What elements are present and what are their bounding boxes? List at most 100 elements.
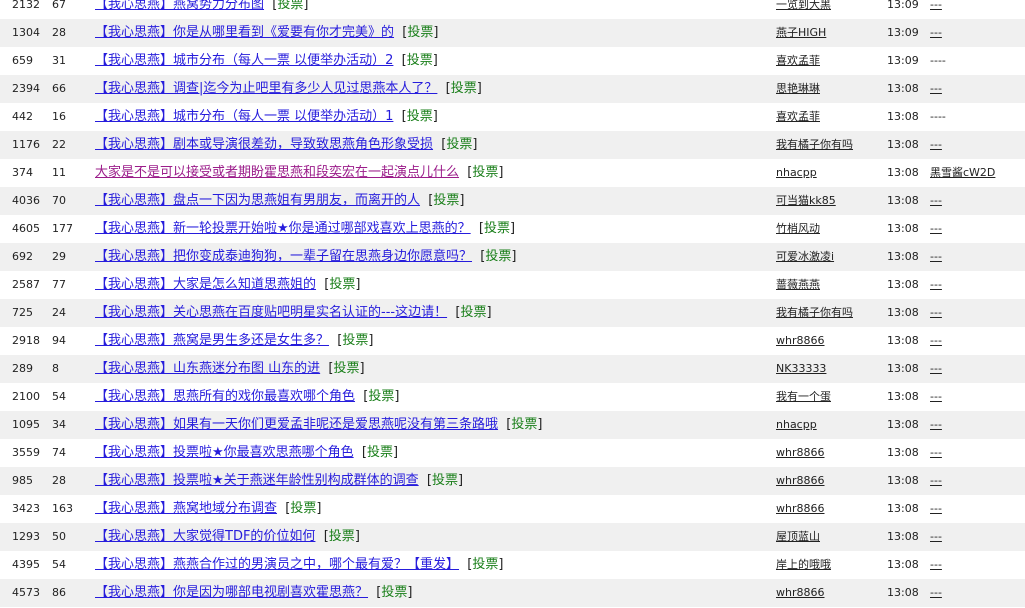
author-link[interactable]: 一览到大黑 [776, 0, 831, 11]
vote-link[interactable]: 投票 [446, 137, 472, 152]
vote-link[interactable]: 投票 [484, 221, 510, 236]
author-link[interactable]: 燕子HIGH [776, 26, 826, 39]
vote-link[interactable]: 投票 [451, 81, 477, 96]
author-link[interactable]: 屋顶蓝山 [776, 530, 820, 543]
author-link[interactable]: 我有一个蛋 [776, 390, 831, 403]
author-link[interactable]: 可爱冰激凌i [776, 250, 834, 263]
author-link[interactable]: 思艳琳琳 [776, 82, 820, 95]
last-reply-link[interactable]: --- [930, 530, 942, 543]
vote-link[interactable]: 投票 [367, 445, 393, 460]
last-reply-link[interactable]: --- [930, 0, 942, 11]
thread-title-link[interactable]: 【我心思燕】投票啦★关于燕迷年龄性别构成群体的调查 [95, 473, 419, 488]
thread-title-link[interactable]: 【我心思燕】燕窝势力分布图 [95, 0, 264, 12]
thread-title-link[interactable]: 【我心思燕】关心思燕在百度贴吧明星实名认证的---这边请！ [95, 305, 447, 320]
thread-title-link[interactable]: 【我心思燕】你是从哪里看到《爱要有你才完美》的 [95, 25, 394, 40]
last-reply-cell: --- [930, 327, 1025, 355]
last-reply-link[interactable]: --- [930, 194, 942, 207]
author-link[interactable]: 喜欢孟菲 [776, 110, 820, 123]
last-reply-link[interactable]: --- [930, 278, 942, 291]
author-link[interactable]: NK33333 [776, 362, 826, 375]
author-link[interactable]: 喜欢孟菲 [776, 54, 820, 67]
vote-link[interactable]: 投票 [433, 193, 459, 208]
reply-count: 16 [52, 110, 66, 123]
thread-title-link[interactable]: 【我心思燕】如果有一天你们更爱孟非呢还是爱思燕呢没有第三条路哦 [95, 417, 498, 432]
vote-link[interactable]: 投票 [342, 333, 368, 348]
last-reply-link[interactable]: --- [930, 474, 942, 487]
author-link[interactable]: nhacpp [776, 166, 817, 179]
thread-title-link[interactable]: 【我心思燕】思燕所有的戏你最喜欢哪个角色 [95, 389, 355, 404]
thread-title-link[interactable]: 【我心思燕】你是因为哪部电视剧喜欢霍思燕？ [95, 585, 368, 600]
author-link[interactable]: whr8866 [776, 586, 825, 599]
vote-link[interactable]: 投票 [485, 249, 511, 264]
vote-link[interactable]: 投票 [407, 53, 433, 68]
last-reply-link[interactable]: --- [930, 306, 942, 319]
vote-link[interactable]: 投票 [368, 389, 394, 404]
author-link[interactable]: nhacpp [776, 418, 817, 431]
author-link[interactable]: 可当猫kk85 [776, 194, 836, 207]
vote-link[interactable]: 投票 [407, 25, 433, 40]
thread-title-link[interactable]: 【我心思燕】新一轮投票开始啦★你是通过哪部戏喜欢上思燕的？ [95, 221, 471, 236]
thread-title-link[interactable]: 【我心思燕】城市分布（每人一票 以便举办活动）2 [95, 53, 393, 68]
thread-title-cell: 大家是不是可以接受或者期盼霍思燕和段奕宏在一起演点儿什么 [投票] [95, 159, 763, 187]
last-reply-link[interactable]: --- [930, 138, 942, 151]
thread-title-link[interactable]: 【我心思燕】投票啦★你最喜欢思燕哪个角色 [95, 445, 354, 460]
last-reply-link[interactable]: --- [930, 390, 942, 403]
vote-link[interactable]: 投票 [472, 165, 498, 180]
vote-link[interactable]: 投票 [290, 501, 316, 516]
author-link[interactable]: 蔷薇燕燕 [776, 278, 820, 291]
thread-title-link[interactable]: 【我心思燕】大家是怎么知道思燕姐的 [95, 277, 316, 292]
last-reply-link[interactable]: --- [930, 446, 942, 459]
last-reply-link[interactable]: 黑雪酱cW2D [930, 166, 995, 179]
vote-link[interactable]: 投票 [381, 585, 407, 600]
last-reply-link[interactable]: --- [930, 26, 942, 39]
vote-link[interactable]: 投票 [277, 0, 303, 12]
last-reply-link[interactable]: --- [930, 586, 942, 599]
vote-link[interactable]: 投票 [460, 305, 486, 320]
thread-title-link[interactable]: 【我心思燕】城市分布（每人一票 以便举办活动）1 [95, 109, 393, 124]
thread-title-link[interactable]: 【我心思燕】调查|迄今为止吧里有多少人见过思燕本人了？ [95, 81, 437, 96]
author-link[interactable]: 竹梢风动 [776, 222, 820, 235]
thread-row: 2394 66 【我心思燕】调查|迄今为止吧里有多少人见过思燕本人了？ [投票]… [0, 75, 1025, 103]
vote-link[interactable]: 投票 [334, 361, 360, 376]
thread-title-link[interactable]: 【我心思燕】大家觉得TDF的价位如何 [95, 529, 315, 544]
last-reply-link[interactable]: --- [930, 502, 942, 515]
author-cell: 燕子HIGH [776, 19, 881, 47]
vote-link[interactable]: 投票 [329, 277, 355, 292]
last-reply-link[interactable]: --- [930, 334, 942, 347]
last-reply-cell: --- [930, 467, 1025, 495]
vote-link[interactable]: 投票 [432, 473, 458, 488]
thread-title-link[interactable]: 【我心思燕】燕窝是男生多还是女生多？ [95, 333, 329, 348]
last-reply-link[interactable]: --- [930, 82, 942, 95]
last-reply-link[interactable]: --- [930, 250, 942, 263]
vote-link[interactable]: 投票 [407, 109, 433, 124]
reply-count: 34 [52, 418, 66, 431]
author-cell: NK33333 [776, 355, 881, 383]
last-reply-link[interactable]: --- [930, 558, 942, 571]
thread-title-link[interactable]: 【我心思燕】盘点一下因为思燕姐有男朋友，而离开的人 [95, 193, 420, 208]
thread-row: 1176 22 【我心思燕】剧本或导演很差劲，导致致思燕角色形象受损 [投票] … [0, 131, 1025, 159]
last-reply-link[interactable]: --- [930, 362, 942, 375]
author-link[interactable]: 我有橘子你有吗 [776, 138, 853, 151]
vote-tag: [投票] [437, 137, 478, 152]
vote-link[interactable]: 投票 [472, 557, 498, 572]
thread-title-link[interactable]: 【我心思燕】剧本或导演很差劲，导致致思燕角色形象受损 [95, 137, 433, 152]
last-reply-link[interactable]: --- [930, 222, 942, 235]
author-link[interactable]: whr8866 [776, 334, 825, 347]
author-link[interactable]: whr8866 [776, 474, 825, 487]
thread-title-link[interactable]: 【我心思燕】燕窝地域分布调查 [95, 501, 277, 516]
click-count: 3423 [12, 502, 40, 515]
vote-tag: [投票] [451, 305, 492, 320]
thread-title-link[interactable]: 【我心思燕】把你变成泰迪狗狗，一辈子留在思燕身边你愿意吗？ [95, 249, 472, 264]
vote-link[interactable]: 投票 [329, 529, 355, 544]
author-link[interactable]: whr8866 [776, 446, 825, 459]
last-reply-link[interactable]: --- [930, 418, 942, 431]
author-link[interactable]: 我有橘子你有吗 [776, 306, 853, 319]
thread-title-link[interactable]: 大家是不是可以接受或者期盼霍思燕和段奕宏在一起演点儿什么 [95, 165, 459, 180]
thread-title-link[interactable]: 【我心思燕】燕燕合作过的男演员之中，哪个最有爱？【重发】 [95, 557, 459, 572]
author-link[interactable]: 岸上的哦哦 [776, 558, 831, 571]
vote-link[interactable]: 投票 [511, 417, 537, 432]
thread-title-cell: 【我心思燕】你是从哪里看到《爱要有你才完美》的 [投票] [95, 19, 763, 47]
thread-title-link[interactable]: 【我心思燕】山东燕迷分布图 山东的进 [95, 361, 320, 376]
author-link[interactable]: whr8866 [776, 502, 825, 515]
thread-title-cell: 【我心思燕】大家是怎么知道思燕姐的 [投票] [95, 271, 763, 299]
